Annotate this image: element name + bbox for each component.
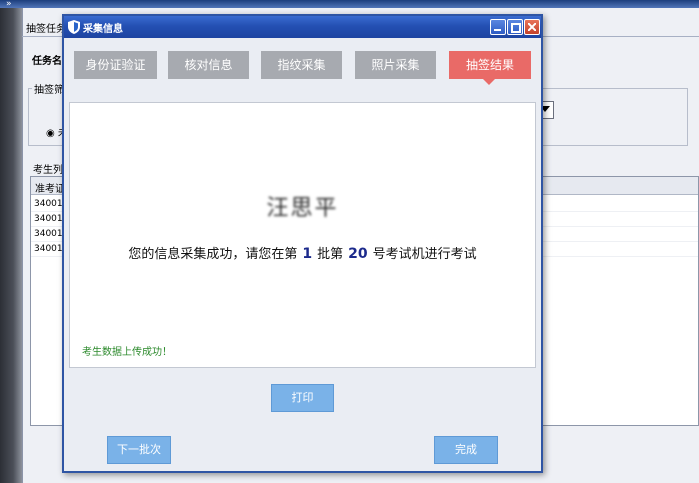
background-titlebar: » [0, 0, 699, 9]
result-prefix: 您的信息采集成功，请您在第 [128, 247, 298, 262]
batch-number: 1 [302, 246, 313, 262]
chevron-icon: » [6, 0, 12, 9]
column-header-ticket: 准考证 [35, 184, 65, 195]
tab-fingerprint[interactable]: 指纹采集 [261, 51, 342, 79]
candidate-list-label: 考生列 [33, 165, 63, 176]
tab-photo[interactable]: 照片采集 [355, 51, 436, 79]
step-tabs: 身份证验证 核对信息 指纹采集 照片采集 抽签结果 [74, 51, 533, 85]
background-title: 抽签任务 [26, 24, 66, 35]
result-suffix: 号考试机进行考试 [372, 247, 477, 262]
close-button[interactable] [524, 19, 540, 35]
upload-status: 考生数据上传成功！ [82, 347, 172, 358]
task-name-label: 任务名 [32, 56, 62, 67]
dialog-title: 采集信息 [83, 24, 123, 35]
shield-icon [68, 20, 80, 34]
candidate-name: 汪思平 [266, 196, 339, 221]
collect-info-dialog: 采集信息 身份证验证 核对信息 指纹采集 照片采集 抽签结果 汪思平 您的信息采… [62, 14, 543, 473]
taskbar-strip [0, 0, 22, 483]
dialog-titlebar[interactable]: 采集信息 [64, 16, 541, 38]
close-icon [528, 23, 536, 31]
minimize-button[interactable] [490, 19, 506, 35]
next-batch-button[interactable]: 下一批次 [107, 436, 171, 464]
tab-id-verify[interactable]: 身份证验证 [74, 51, 157, 79]
done-button[interactable]: 完成 [434, 436, 498, 464]
filter-group-label: 抽签筛 [32, 81, 66, 96]
result-middle: 批第 [317, 247, 344, 262]
maximize-button[interactable] [507, 19, 523, 35]
tab-check-info[interactable]: 核对信息 [168, 51, 249, 79]
machine-number: 20 [348, 246, 368, 262]
print-button[interactable]: 打印 [271, 384, 334, 412]
result-message: 您的信息采集成功，请您在第 1 批第 20 号考试机进行考试 [70, 243, 535, 262]
tab-draw-result[interactable]: 抽签结果 [449, 51, 531, 85]
result-panel: 汪思平 您的信息采集成功，请您在第 1 批第 20 号考试机进行考试 考生数据上传成功！ [69, 102, 536, 368]
